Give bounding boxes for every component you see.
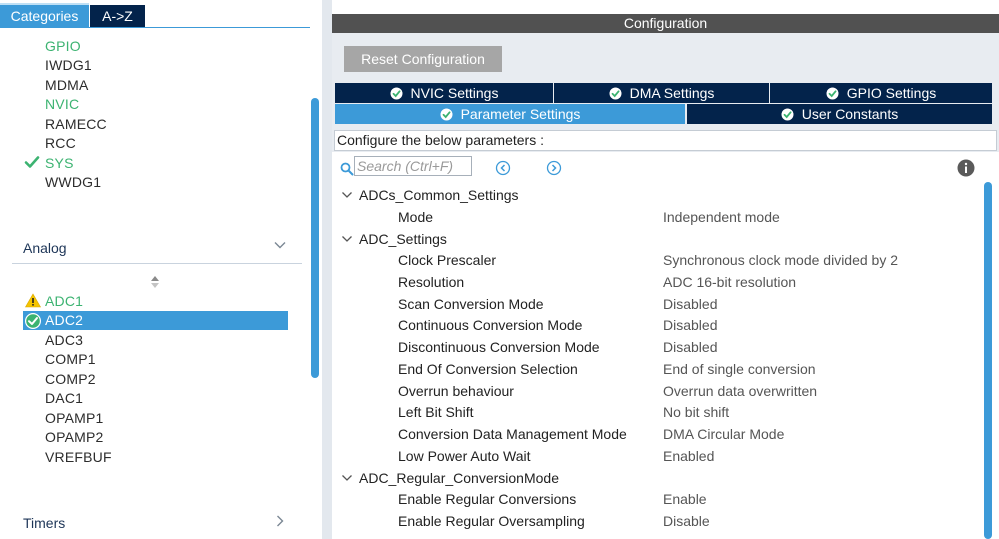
tab-underline (0, 27, 310, 28)
param-value[interactable]: Disabled (663, 315, 717, 335)
param-name[interactable]: Mode (398, 207, 433, 227)
param-name[interactable]: Clock Prescaler (398, 250, 496, 270)
sidebar-item-adc1[interactable]: ADC1 (45, 292, 83, 311)
configuration-panel: Configuration Reset Configuration NVIC S… (332, 0, 999, 539)
check-circle-icon (781, 108, 794, 121)
divider (12, 263, 302, 264)
param-value[interactable]: DMA Circular Mode (663, 424, 784, 444)
parameter-list: ADCs_Common_Settings Mode Independent mo… (332, 152, 999, 539)
param-value[interactable]: ADC 16-bit resolution (663, 272, 796, 292)
sidebar-item-iwdg1[interactable]: IWDG1 (45, 56, 92, 75)
param-name[interactable]: Enable Regular Conversions (398, 489, 576, 509)
group-adc-regular-conversionmode[interactable]: ADC_Regular_ConversionMode (359, 468, 559, 488)
param-value[interactable]: Enable (663, 489, 707, 509)
param-name[interactable]: Left Bit Shift (398, 402, 473, 422)
panel-divider[interactable] (322, 0, 332, 539)
search-input[interactable] (354, 156, 472, 176)
sidebar-item-opamp1[interactable]: OPAMP1 (45, 409, 104, 428)
param-value[interactable]: Overrun data overwritten (663, 381, 817, 401)
left-scrollbar[interactable] (311, 98, 319, 378)
chevron-down-icon[interactable] (341, 233, 353, 245)
sidebar-item-adc2[interactable]: ADC2 (45, 311, 83, 330)
tab-label: NVIC Settings (410, 85, 499, 101)
param-value[interactable]: Disable (663, 511, 710, 531)
sidebar-item-dac1[interactable]: DAC1 (45, 389, 83, 408)
tab-label: GPIO Settings (846, 85, 937, 101)
tab-nvic-settings[interactable]: NVIC Settings (335, 83, 553, 103)
param-name[interactable]: Resolution (398, 272, 464, 292)
sidebar-item-opamp2[interactable]: OPAMP2 (45, 428, 104, 447)
category-analog[interactable]: Analog (23, 240, 67, 256)
check-circle-icon (440, 108, 453, 121)
sidebar-item-gpio[interactable]: GPIO (45, 37, 81, 56)
sidebar-item-rcc[interactable]: RCC (45, 134, 76, 153)
tab-gpio-settings[interactable]: GPIO Settings (770, 83, 992, 103)
sort-icon[interactable] (149, 274, 161, 290)
param-value[interactable]: Synchronous clock mode divided by 2 (663, 250, 898, 270)
search-icon[interactable] (340, 162, 354, 176)
param-name[interactable]: Low Power Auto Wait (398, 446, 531, 466)
param-value[interactable]: Independent mode (663, 207, 780, 227)
chevron-right-icon[interactable] (273, 514, 287, 528)
tab-dma-settings[interactable]: DMA Settings (554, 83, 769, 103)
reset-configuration-button[interactable]: Reset Configuration (344, 46, 502, 72)
group-adcs-common-settings[interactable]: ADCs_Common_Settings (359, 185, 519, 205)
category-timers[interactable]: Timers (23, 515, 65, 531)
param-name[interactable]: End Of Conversion Selection (398, 359, 578, 379)
sidebar-item-adc3[interactable]: ADC3 (45, 331, 83, 350)
param-name[interactable]: Continuous Conversion Mode (398, 315, 582, 335)
configuration-title-bar: Configuration (332, 14, 999, 33)
param-name[interactable]: Enable Regular Oversampling (398, 511, 585, 531)
check-circle-icon (609, 87, 622, 100)
top-strip (332, 0, 999, 14)
param-name[interactable]: Scan Conversion Mode (398, 294, 544, 314)
param-name[interactable]: Discontinuous Conversion Mode (398, 337, 600, 357)
group-adc-settings[interactable]: ADC_Settings (359, 229, 447, 249)
sidebar-item-comp2[interactable]: COMP2 (45, 370, 96, 389)
sidebar-item-nvic[interactable]: NVIC (45, 95, 79, 114)
sidebar-item-ramecc[interactable]: RAMECC (45, 115, 107, 134)
warning-icon (25, 293, 41, 308)
param-value[interactable]: Enabled (663, 446, 714, 466)
info-icon[interactable] (957, 159, 975, 177)
tab-label: Parameter Settings (460, 106, 581, 122)
chevron-down-icon[interactable] (273, 238, 287, 252)
param-name[interactable]: Conversion Data Management Mode (398, 424, 627, 444)
check-circle-icon (826, 87, 839, 100)
sidebar-item-comp1[interactable]: COMP1 (45, 350, 96, 369)
check-circle-icon (25, 313, 41, 329)
sidebar-item-wwdg1[interactable]: WWDG1 (45, 173, 101, 192)
chevron-down-icon[interactable] (341, 472, 353, 484)
sidebar-item-sys[interactable]: SYS (45, 154, 74, 173)
tab-a-z[interactable]: A->Z (90, 5, 145, 27)
left-panel: Categories A->Z GPIO IWDG1 MDMA NVIC RAM… (0, 0, 322, 539)
tab-parameter-settings[interactable]: Parameter Settings (335, 104, 685, 124)
check-circle-icon (390, 87, 403, 100)
tab-label: DMA Settings (629, 85, 715, 101)
param-name[interactable]: Overrun behaviour (398, 381, 514, 401)
tab-label: User Constants (801, 106, 899, 122)
param-value[interactable]: No bit shift (663, 402, 729, 422)
next-result-icon[interactable] (546, 160, 562, 176)
param-value[interactable]: Disabled (663, 294, 717, 314)
sidebar-item-mdma[interactable]: MDMA (45, 76, 89, 95)
chevron-down-icon[interactable] (341, 189, 353, 201)
previous-result-icon[interactable] (495, 160, 511, 176)
parameter-scrollbar[interactable] (984, 182, 992, 539)
tab-categories[interactable]: Categories (0, 3, 89, 27)
param-value[interactable]: Disabled (663, 337, 717, 357)
param-value[interactable]: End of single conversion (663, 359, 816, 379)
configure-instruction: Configure the below parameters : (334, 130, 997, 151)
check-icon (24, 156, 40, 168)
tab-user-constants[interactable]: User Constants (687, 104, 992, 124)
sidebar-item-vrefbuf[interactable]: VREFBUF (45, 448, 112, 467)
